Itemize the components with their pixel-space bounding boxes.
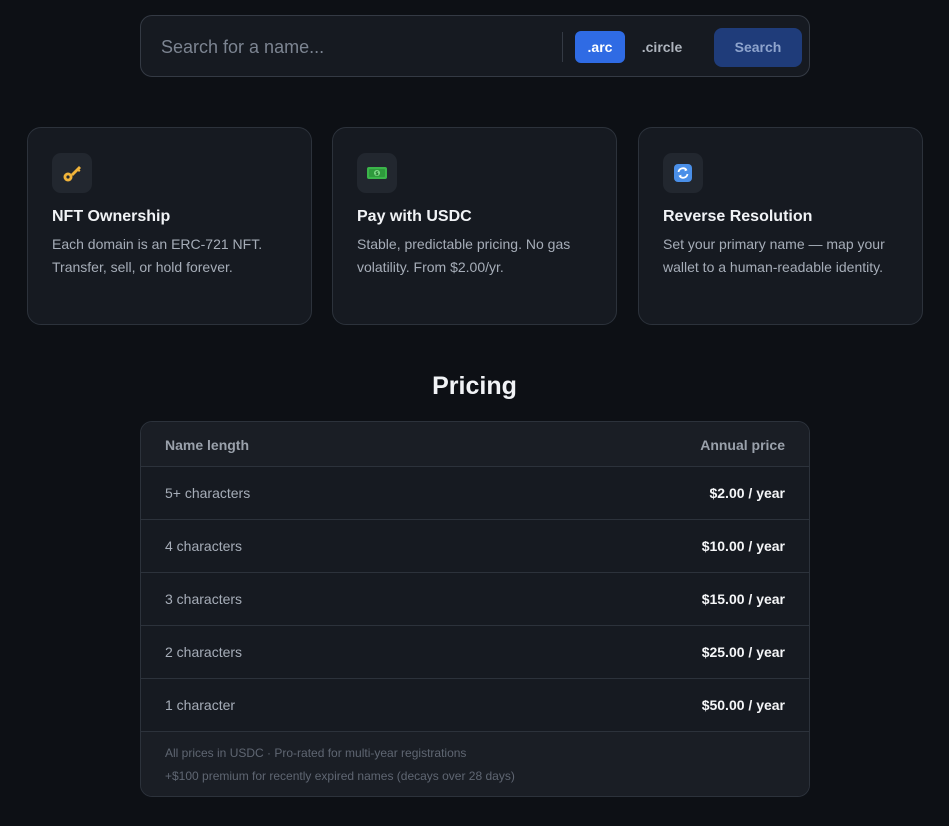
key-icon <box>52 153 92 193</box>
search-input[interactable] <box>161 30 551 64</box>
feature-card-reverse-resolution: Reverse Resolution Set your primary name… <box>638 127 923 325</box>
name-length-cell: 3 characters <box>165 591 243 607</box>
money-icon: $ <box>357 153 397 193</box>
price-cell: $50.00 / year <box>701 697 785 713</box>
table-row: 3 characters $15.00 / year <box>141 573 809 626</box>
refresh-icon <box>663 153 703 193</box>
search-divider <box>562 32 563 62</box>
feature-description: Each domain is an ERC-721 NFT. Transfer,… <box>52 236 263 275</box>
column-header-annual-price: Annual price <box>700 437 785 453</box>
price-cell: $2.00 / year <box>709 485 785 501</box>
search-bar: .arc .circle Search <box>140 15 810 77</box>
price-cell: $15.00 / year <box>701 591 785 607</box>
table-row: 1 character $50.00 / year <box>141 679 809 732</box>
feature-title: Pay with USDC <box>357 208 472 225</box>
tld-option-circle[interactable]: .circle <box>631 31 693 63</box>
table-row: 4 characters $10.00 / year <box>141 520 809 573</box>
feature-title: Reverse Resolution <box>663 208 813 225</box>
feature-description: Set your primary name — map your wallet … <box>663 236 885 275</box>
table-header: Name length Annual price <box>141 422 809 467</box>
name-length-cell: 1 character <box>165 697 236 713</box>
feature-title: NFT Ownership <box>52 208 171 225</box>
pricing-note: All prices in USDC · Pro-rated for multi… <box>165 746 467 760</box>
tld-option-arc[interactable]: .arc <box>575 31 625 63</box>
pricing-table: Name length Annual price 5+ characters $… <box>140 421 810 797</box>
table-footer: All prices in USDC · Pro-rated for multi… <box>141 732 809 796</box>
name-length-cell: 4 characters <box>165 538 243 554</box>
table-row: 5+ characters $2.00 / year <box>141 467 809 520</box>
table-row: 2 characters $25.00 / year <box>141 626 809 679</box>
column-header-name-length: Name length <box>165 437 250 453</box>
search-button[interactable]: Search <box>714 28 802 67</box>
feature-card-nft-ownership: NFT Ownership Each domain is an ERC-721 … <box>27 127 312 325</box>
pricing-note: +$100 premium for recently expired names… <box>165 769 515 783</box>
svg-text:$: $ <box>375 171 379 177</box>
feature-description: Stable, predictable pricing. No gas vola… <box>357 236 571 275</box>
price-cell: $25.00 / year <box>701 644 785 660</box>
name-length-cell: 2 characters <box>165 644 243 660</box>
price-cell: $10.00 / year <box>701 538 785 554</box>
name-length-cell: 5+ characters <box>165 485 251 501</box>
feature-card-pay-with-usdc: $ Pay with USDC Stable, predictable pric… <box>332 127 617 325</box>
pricing-heading: Pricing <box>432 372 517 400</box>
